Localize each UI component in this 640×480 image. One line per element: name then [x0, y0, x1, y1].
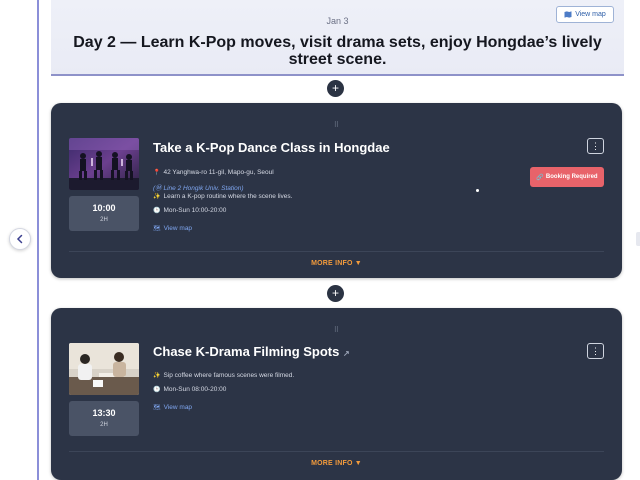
card-divider [69, 451, 604, 452]
booking-required-badge[interactable]: 🔗 Booking Required [530, 167, 604, 187]
duration: 2H [100, 422, 108, 428]
sparkle-icon: ✨ [153, 373, 161, 379]
description-text: Learn a K-pop routine where the scene li… [163, 193, 293, 200]
clock-icon: 🕒 [153, 208, 161, 214]
hours-line: 🕒 Mon-Sun 10:00-20:00 [153, 207, 226, 214]
external-link-icon: ↗ [343, 349, 350, 358]
address-text: 42 Yanghwa-ro 11-gil, Mapo-gu, Seoul [163, 169, 274, 176]
address-line: 📍 42 Yanghwa-ro 11-gil, Mapo-gu, Seoul [153, 169, 274, 176]
description-line: ✨ Learn a K-pop routine where the scene … [153, 193, 292, 200]
more-info-toggle[interactable]: MORE INFO ▼ [51, 460, 622, 467]
activity-title-row[interactable]: Chase K-Drama Filming Spots ↗ [153, 344, 350, 359]
day-date: Jan 3 [326, 16, 349, 26]
next-day-button-edge[interactable] [636, 232, 640, 246]
clock-icon: 🕒 [153, 387, 161, 393]
hours-text: Mon-Sun 08:00-20:00 [163, 386, 227, 393]
description-line: ✨ Sip coffee where famous scenes were fi… [153, 372, 294, 379]
add-activity-button[interactable]: + [327, 285, 344, 302]
pin-icon: 📍 [153, 170, 161, 176]
link-icon: 🔗 [536, 174, 544, 181]
station-line: (Ⓜ Line 2 Hongik Univ. Station) [153, 182, 244, 192]
map-icon: 🗺 [153, 226, 161, 232]
card-view-map-link[interactable]: 🗺 View map [153, 225, 192, 232]
start-time: 10:00 [92, 203, 116, 213]
view-map-button[interactable]: View map [556, 6, 614, 23]
time-box[interactable]: 13:30 2H [69, 401, 139, 436]
activity-card[interactable]: ⠿ 13:30 2H Chase K-Drama Filming Spots ↗… [51, 308, 622, 480]
hours-line: 🕒 Mon-Sun 08:00-20:00 [153, 386, 226, 393]
previous-day-button[interactable] [9, 228, 31, 250]
view-map-label: View map [575, 11, 606, 18]
map-icon [564, 11, 572, 18]
start-time: 13:30 [92, 408, 116, 418]
more-info-toggle[interactable]: MORE INFO ▼ [51, 260, 622, 267]
time-box[interactable]: 10:00 2H [69, 196, 139, 231]
card-view-map-label: View map [163, 404, 193, 411]
cursor-dot [476, 189, 479, 192]
booking-label: Booking Required [545, 174, 598, 180]
description-text: Sip coffee where famous scenes were film… [163, 372, 295, 379]
day-header: Jan 3 Day 2 — Learn K-Pop moves, visit d… [51, 0, 624, 76]
day-title: Day 2 — Learn K-Pop moves, visit drama s… [73, 34, 602, 68]
card-divider [69, 251, 604, 252]
drag-handle-icon[interactable]: ⠿ [51, 326, 622, 334]
duration: 2H [100, 217, 108, 223]
activity-title[interactable]: Take a K-Pop Dance Class in Hongdae [153, 140, 390, 155]
activity-title: Chase K-Drama Filming Spots [153, 344, 340, 359]
activity-thumbnail [69, 343, 139, 395]
add-activity-button[interactable]: + [327, 80, 344, 97]
card-menu-button[interactable]: ⋮ [587, 138, 604, 154]
chevron-left-icon [16, 234, 23, 244]
station-text: (Ⓜ Line 2 Hongik Univ. Station) [153, 185, 244, 192]
hours-text: Mon-Sun 10:00-20:00 [163, 207, 227, 214]
sparkle-icon: ✨ [153, 194, 161, 200]
activity-card[interactable]: ⠿ 10:00 2H Take a K-Pop Dance Class in H… [51, 103, 622, 278]
drag-handle-icon[interactable]: ⠿ [51, 121, 622, 129]
card-view-map-link[interactable]: 🗺 View map [153, 404, 192, 411]
activity-thumbnail [69, 138, 139, 190]
card-view-map-label: View map [163, 225, 193, 232]
card-menu-button[interactable]: ⋮ [587, 343, 604, 359]
map-icon: 🗺 [153, 405, 161, 411]
